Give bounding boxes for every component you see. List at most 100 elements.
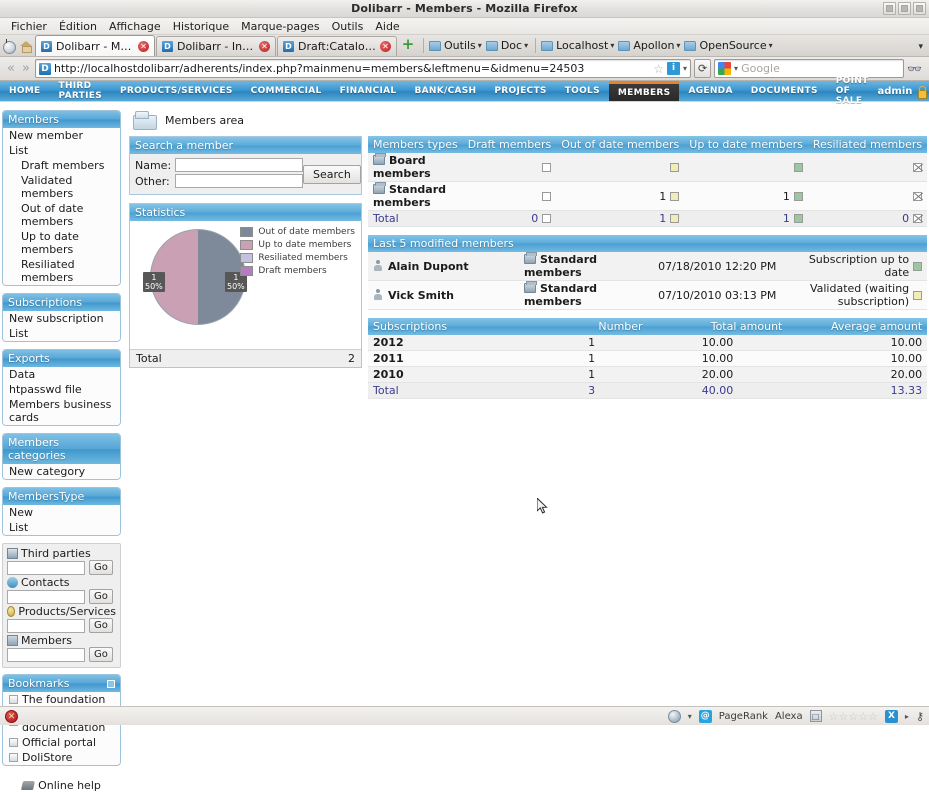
members-go-button[interactable]: Go xyxy=(89,647,113,662)
sidebar-item-type-list[interactable]: List xyxy=(3,520,120,535)
sidebar-item-draft-members[interactable]: Draft members xyxy=(3,158,120,173)
chevron-down-icon[interactable]: ▾ xyxy=(688,712,692,721)
bookmark-star-icon[interactable]: ☆ xyxy=(653,62,664,76)
cell-year[interactable]: 2011 xyxy=(368,351,536,367)
sidebar-item-resiliated-members[interactable]: Resiliated members xyxy=(3,257,120,285)
mainmenu-third-parties[interactable]: THIRD PARTIES xyxy=(50,81,111,101)
chevron-down-icon[interactable]: ▾ xyxy=(683,64,687,73)
mainmenu-tools[interactable]: TOOLS xyxy=(556,81,609,101)
menu-historique[interactable]: Historique xyxy=(167,19,235,34)
search-button[interactable]: Search xyxy=(303,165,361,184)
mainmenu-home[interactable]: HOME xyxy=(0,81,50,101)
url-input[interactable]: D http://localhostdolibarr/adherents/ind… xyxy=(35,59,691,78)
at-icon[interactable]: @ xyxy=(699,710,712,723)
online-help-link[interactable]: Online help xyxy=(2,773,121,792)
mainmenu-agenda[interactable]: AGENDA xyxy=(679,81,741,101)
name-input[interactable] xyxy=(175,158,303,172)
tabbar-overflow-icon[interactable]: ▾ xyxy=(918,42,923,52)
menu-affichage[interactable]: Affichage xyxy=(103,19,167,34)
sidebar-item-new-category[interactable]: New category xyxy=(3,464,120,479)
menu-aide[interactable]: Aide xyxy=(369,19,405,34)
square-badge-icon[interactable]: □ xyxy=(810,710,822,722)
menu-outils[interactable]: Outils xyxy=(326,19,370,34)
cell-year[interactable]: 2010 xyxy=(368,367,536,383)
mainmenu-members[interactable]: MEMBERS xyxy=(609,81,680,101)
sidebar-item-htpasswd-file[interactable]: htpasswd file xyxy=(3,382,120,397)
lock-icon[interactable] xyxy=(917,86,926,97)
bookmarks-edit-icon[interactable] xyxy=(107,680,115,688)
mainmenu-products-services[interactable]: PRODUCTS/SERVICES xyxy=(111,81,242,101)
mainmenu-projects[interactable]: PROJECTS xyxy=(485,81,555,101)
tab-close-icon[interactable]: ✕ xyxy=(380,41,391,52)
home-icon[interactable] xyxy=(19,39,33,53)
find-binoculars-icon[interactable]: 👓 xyxy=(907,62,924,76)
cell-type-name[interactable]: Standard members xyxy=(368,182,463,211)
contacts-go-button[interactable]: Go xyxy=(89,589,113,604)
sidebar-item-out-of-date-members[interactable]: Out of date members xyxy=(3,201,120,229)
sidebar-item-up-to-date-members[interactable]: Up to date members xyxy=(3,229,120,257)
sidebar-item-new-type[interactable]: New xyxy=(3,505,120,520)
tab-draft-catalogue[interactable]: D Draft:Catalogue... ✕ xyxy=(277,36,397,56)
minimize-button[interactable] xyxy=(883,2,896,15)
rating-stars-icon[interactable]: ☆☆☆☆☆ xyxy=(829,710,878,723)
products-search-input[interactable] xyxy=(7,619,85,633)
cell-member-name[interactable]: Vick Smith xyxy=(368,281,519,310)
chevron-down-icon[interactable]: ▾ xyxy=(734,64,738,73)
tab-close-icon[interactable]: ✕ xyxy=(138,41,149,52)
cell-year[interactable]: 2012 xyxy=(368,335,536,351)
mainmenu-commercial[interactable]: COMMERCIAL xyxy=(242,81,331,101)
mainmenu-bank-cash[interactable]: BANK/CASH xyxy=(405,81,485,101)
menu-marque-pages[interactable]: Marque-pages xyxy=(235,19,325,34)
search-bar[interactable]: ▾ Google xyxy=(714,59,904,78)
bookmark-dolistore[interactable]: DoliStore xyxy=(3,750,120,765)
plug-icon[interactable]: ⚷ xyxy=(916,710,924,723)
bookmark-folder-apollon[interactable]: Apollon ▾ xyxy=(618,39,680,52)
cell-member-name[interactable]: Alain Dupont xyxy=(368,252,519,281)
menu-edition[interactable]: Édition xyxy=(53,19,103,34)
online-help-label: Online help xyxy=(38,779,101,792)
tab-close-icon[interactable]: ✕ xyxy=(259,41,270,52)
bookmark-official-portal[interactable]: Official portal xyxy=(3,735,120,750)
bookmark-folder-localhost[interactable]: Localhost ▾ xyxy=(541,39,614,52)
menu-fichier[interactable]: Fichier xyxy=(5,19,53,34)
new-tab-button[interactable]: + xyxy=(400,37,416,54)
globe-icon[interactable] xyxy=(668,710,681,723)
sidebar-item-list[interactable]: List xyxy=(3,143,120,158)
sidebar-item-subscriptions-list[interactable]: List xyxy=(3,326,120,341)
sidebar-item-new-member[interactable]: New member xyxy=(3,128,120,143)
third-parties-go-button[interactable]: Go xyxy=(89,560,113,575)
alexa-label[interactable]: Alexa xyxy=(775,711,803,722)
error-console-icon[interactable]: ✕ xyxy=(5,710,18,723)
mainmenu-financial[interactable]: FINANCIAL xyxy=(331,81,406,101)
tab-dolibarr-members[interactable]: D Dolibarr - Memb... ✕ xyxy=(35,35,155,56)
bookmark-folder-outils[interactable]: Outils ▾ xyxy=(429,39,482,52)
bookmark-folder-doc[interactable]: Doc ▾ xyxy=(486,39,528,52)
reload-button[interactable]: ⟳ xyxy=(694,59,711,78)
mainmenu-documents[interactable]: DOCUMENTS xyxy=(742,81,827,101)
forward-icon[interactable]: » xyxy=(20,61,32,76)
sidebar-item-validated-members[interactable]: Validated members xyxy=(3,173,120,201)
mainmenu-point-of-sale[interactable]: POINT OF SALE xyxy=(827,81,878,101)
col-members-types: Members types xyxy=(368,136,463,153)
bookmark-folder-opensource[interactable]: OpenSource ▾ xyxy=(684,39,772,52)
chevron-right-icon[interactable]: ▸ xyxy=(905,712,909,721)
history-icon[interactable] xyxy=(3,41,16,54)
sidebar-item-new-subscription[interactable]: New subscription xyxy=(3,311,120,326)
x-addon-icon[interactable]: X xyxy=(885,710,898,723)
other-input[interactable] xyxy=(175,174,303,188)
cell-type-name[interactable]: Board members xyxy=(368,153,463,182)
pagerank-label[interactable]: PageRank xyxy=(719,711,768,722)
sidebar-item-data[interactable]: Data xyxy=(3,367,120,382)
sidebar-item-members-business-cards[interactable]: Members business cards xyxy=(3,397,120,425)
back-icon[interactable]: « xyxy=(5,61,17,76)
products-go-button[interactable]: Go xyxy=(89,618,113,633)
third-parties-search-input[interactable] xyxy=(7,561,85,575)
site-identity-icon[interactable]: i xyxy=(667,62,680,75)
close-button[interactable] xyxy=(913,2,926,15)
tab-dolibarr-invoices[interactable]: D Dolibarr - Invoic... ✕ xyxy=(156,36,276,56)
username-label[interactable]: admin xyxy=(878,86,913,97)
maximize-button[interactable] xyxy=(898,2,911,15)
contacts-search-input[interactable] xyxy=(7,590,85,604)
members-search-input[interactable] xyxy=(7,648,85,662)
bookmark-the-foundation[interactable]: The foundation xyxy=(3,692,120,707)
